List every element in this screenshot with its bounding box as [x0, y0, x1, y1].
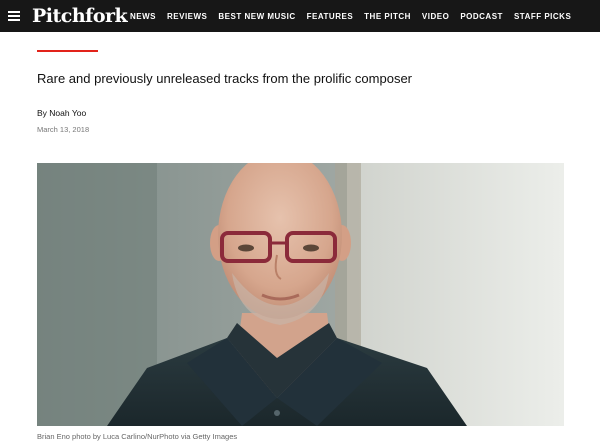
byline-prefix: By [37, 108, 47, 118]
top-navigation-bar: Pitchfork NEWS REVIEWS BEST NEW MUSIC FE… [0, 0, 600, 32]
nav-item-podcast[interactable]: PODCAST [460, 12, 503, 21]
author-link[interactable]: Noah Yoo [49, 108, 86, 118]
byline: By Noah Yoo [37, 108, 86, 118]
article-dek: Rare and previously unreleased tracks fr… [37, 71, 413, 86]
nav-item-features[interactable]: FEATURES [307, 12, 354, 21]
portrait-illustration [37, 163, 564, 426]
accent-rule [37, 50, 98, 52]
publish-date: March 13, 2018 [37, 125, 90, 134]
hamburger-menu-icon[interactable] [8, 11, 20, 21]
main-nav: NEWS REVIEWS BEST NEW MUSIC FEATURES THE… [130, 0, 582, 32]
nav-item-news[interactable]: NEWS [130, 12, 156, 21]
nav-item-video[interactable]: VIDEO [422, 12, 449, 21]
nav-item-the-pitch[interactable]: THE PITCH [364, 12, 411, 21]
site-logo[interactable]: Pitchfork [32, 4, 128, 28]
photo-caption: Brian Eno photo by Luca Carlino/NurPhoto… [37, 432, 238, 441]
nav-item-best-new-music[interactable]: BEST NEW MUSIC [218, 12, 295, 21]
article-photo [37, 163, 564, 426]
nav-item-reviews[interactable]: REVIEWS [167, 12, 207, 21]
nav-item-staff-picks[interactable]: STAFF PICKS [514, 12, 571, 21]
